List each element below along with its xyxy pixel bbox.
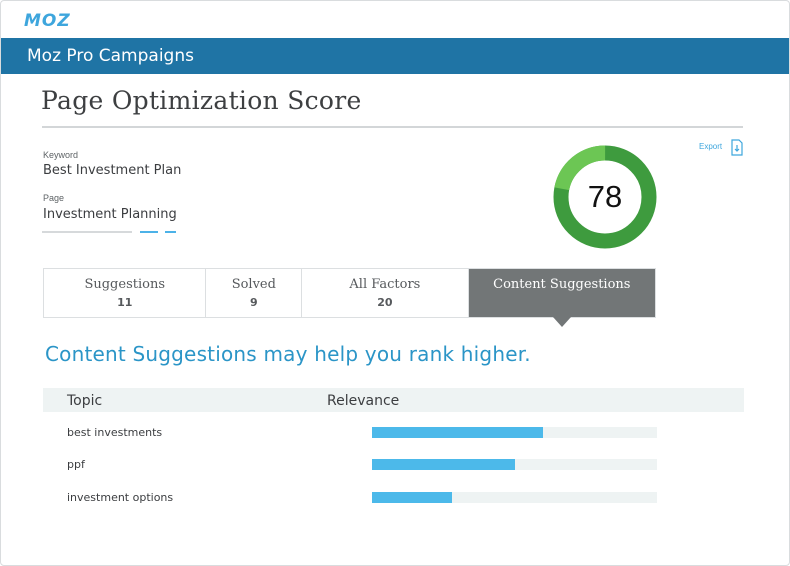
- export-button[interactable]: Export: [699, 139, 747, 159]
- table-row: best investments: [43, 422, 744, 444]
- relevance-bar-fill: [372, 427, 543, 438]
- tab-solved-label: Solved: [231, 277, 276, 292]
- relevance-bar-fill: [372, 459, 515, 470]
- page-title: Page Optimization Score: [41, 86, 362, 115]
- tab-all-factors-label: All Factors: [349, 277, 421, 292]
- column-header-relevance: Relevance: [327, 393, 400, 409]
- page-value: Investment Planning: [43, 207, 177, 222]
- tab-solved[interactable]: Solved 9: [206, 269, 303, 317]
- tab-all-factors[interactable]: All Factors 20: [302, 269, 469, 317]
- table-row: ppf: [43, 454, 744, 476]
- tab-solved-count: 9: [249, 296, 258, 309]
- tab-suggestions-label: Suggestions: [84, 277, 165, 292]
- tab-all-factors-count: 20: [377, 296, 393, 309]
- row-topic: ppf: [67, 458, 85, 471]
- moz-logo-text: MOZ: [24, 11, 71, 31]
- tab-content-suggestions[interactable]: Content Suggestions: [468, 269, 655, 327]
- tab-content-suggestions-label: Content Suggestions: [493, 277, 631, 292]
- table-header: Topic Relevance: [43, 388, 744, 412]
- tab-suggestions-count: 11: [117, 296, 133, 309]
- relevance-bar-track: [372, 492, 657, 503]
- score-value: 78: [587, 179, 623, 214]
- page-underline-accent-2: [165, 231, 176, 233]
- relevance-bar-track: [372, 459, 657, 470]
- page-label: Page: [43, 193, 65, 203]
- relevance-bar-fill: [372, 492, 452, 503]
- relevance-bar-track: [372, 427, 657, 438]
- page-underline-accent-1: [140, 231, 158, 233]
- tab-bar: Suggestions 11 Solved 9 All Factors 20 C…: [43, 268, 656, 327]
- page-underline: [42, 231, 132, 233]
- score-gauge: 78: [553, 145, 657, 249]
- keyword-value: Best Investment Plan: [43, 163, 182, 178]
- table-row: investment options: [43, 487, 744, 509]
- app-window: MOZ Moz Pro Campaigns Page Optimization …: [0, 0, 790, 566]
- content-headline: Content Suggestions may help you rank hi…: [45, 342, 531, 366]
- column-header-topic: Topic: [67, 393, 103, 409]
- export-download-icon: [731, 139, 743, 156]
- export-label: Export: [699, 142, 723, 151]
- header-title[interactable]: Moz Pro Campaigns: [27, 45, 194, 67]
- title-divider: [42, 126, 743, 128]
- header-bar: Moz Pro Campaigns: [1, 38, 789, 74]
- moz-logo[interactable]: MOZ: [24, 10, 80, 32]
- tab-suggestions[interactable]: Suggestions 11: [44, 269, 207, 317]
- row-topic: investment options: [67, 491, 174, 504]
- active-tab-caret: [552, 317, 571, 327]
- keyword-label: Keyword: [43, 150, 79, 160]
- row-topic: best investments: [67, 426, 163, 439]
